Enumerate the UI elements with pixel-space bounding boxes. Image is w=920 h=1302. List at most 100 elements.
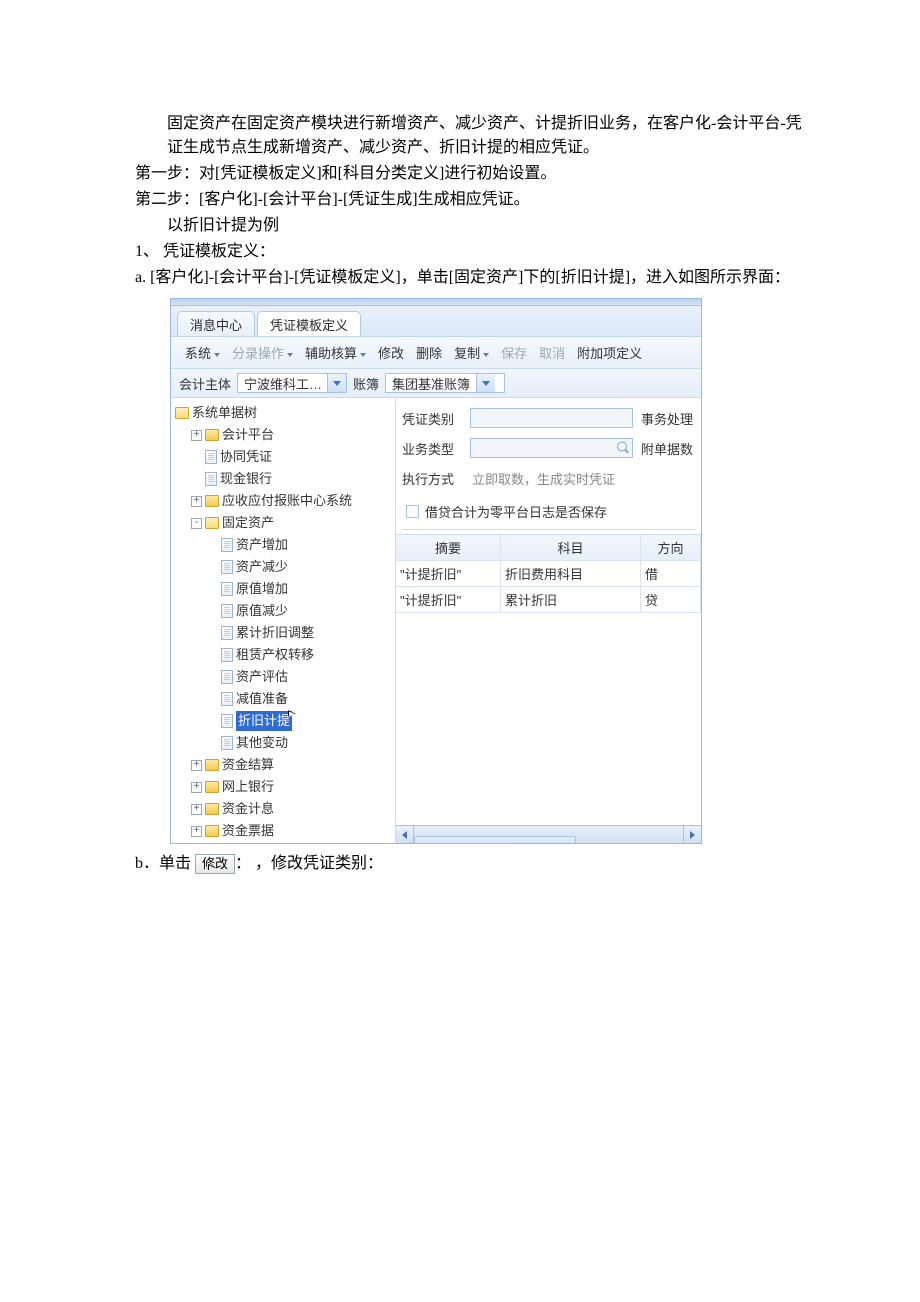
document-icon xyxy=(221,626,233,640)
folder-icon xyxy=(205,825,219,837)
search-icon[interactable] xyxy=(617,442,630,455)
label-accounting-subject: 会计主体 xyxy=(179,374,231,393)
dropdown-ledger[interactable]: 集团基准账簿 xyxy=(385,373,505,393)
doc-example: 以折旧计提为例 xyxy=(135,214,810,238)
expand-icon[interactable]: + xyxy=(191,760,202,771)
tree-node-arap-center[interactable]: + 应收应付报账中心系统 xyxy=(189,490,395,512)
tree-panel: 系统单据树 + 会计平台 协同凭证 xyxy=(171,398,396,843)
tree-leaf-asset-eval[interactable]: 资产评估 xyxy=(205,666,395,688)
document-icon xyxy=(221,736,233,750)
tree-root[interactable]: 系统单据树 xyxy=(173,402,395,424)
tree-leaf-original-add[interactable]: 原值增加 xyxy=(205,578,395,600)
tree-leaf-lease-transfer[interactable]: 租赁产权转移 xyxy=(205,644,395,666)
expand-icon[interactable]: + xyxy=(191,430,202,441)
chevron-down-icon[interactable] xyxy=(327,374,346,392)
checkbox-zero-balance-log[interactable] xyxy=(406,505,419,518)
tree-node-fund-bill[interactable]: +资金票据 xyxy=(189,820,395,842)
doc-step-a: a. [客户化]-[会计平台]-[凭证模板定义]，单击[固定资产]下的[折旧计提… xyxy=(135,266,810,290)
tree-leaf-original-reduce[interactable]: 原值减少 xyxy=(205,600,395,622)
label-zero-balance-log: 借贷合计为零平台日志是否保存 xyxy=(425,502,607,521)
menubar: 系统 分录操作 辅助核算 修改 删除 复制 保存 取消 附加项定义 xyxy=(171,337,701,369)
expand-icon[interactable]: + xyxy=(191,804,202,815)
document-icon xyxy=(221,714,233,728)
tab-message-center[interactable]: 消息中心 xyxy=(177,311,255,336)
grid-header: 摘要 科目 方向 xyxy=(396,535,701,561)
tree-node-fund-settlement[interactable]: +资金结算 xyxy=(189,754,395,776)
grid-row[interactable]: "计提折旧" 折旧费用科目 借 xyxy=(396,561,701,587)
scroll-thumb[interactable] xyxy=(414,836,576,844)
tree-node-cash-bank[interactable]: 现金银行 xyxy=(189,468,395,490)
expand-icon[interactable]: + xyxy=(191,496,202,507)
input-biz-type[interactable] xyxy=(470,438,633,458)
menu-edit[interactable]: 修改 xyxy=(372,341,410,364)
tree-leaf-asset-add[interactable]: 资产增加 xyxy=(205,534,395,556)
entries-grid: 摘要 科目 方向 "计提折旧" 折旧费用科目 借 "计提折旧" 累计折旧 贷 xyxy=(396,534,701,613)
chevron-down-icon[interactable] xyxy=(476,374,495,392)
col-direction: 方向 xyxy=(641,535,701,560)
dropdown-ledger-value: 集团基准账簿 xyxy=(386,374,476,393)
scroll-right-icon[interactable] xyxy=(683,826,701,843)
doc-step-b: b．单击 修改 ： ，修改凭证类别： xyxy=(135,852,810,876)
collapse-icon[interactable]: - xyxy=(191,518,202,529)
document-icon xyxy=(221,670,233,684)
col-summary: 摘要 xyxy=(396,535,501,560)
dropdown-subject-value: 宁波维科工… xyxy=(238,374,327,393)
menu-copy[interactable]: 复制 xyxy=(448,341,495,364)
expand-icon[interactable]: + xyxy=(191,826,202,837)
folder-open-icon xyxy=(205,517,219,529)
folder-icon xyxy=(205,495,219,507)
horizontal-scrollbar[interactable] xyxy=(396,825,701,843)
tree-node-fund-interest[interactable]: +资金计息 xyxy=(189,798,395,820)
tree-node-credit-mgmt[interactable]: +信贷管理 xyxy=(189,842,395,843)
tree-node-accounting-platform[interactable]: + 会计平台 xyxy=(189,424,395,446)
folder-icon xyxy=(205,759,219,771)
cursor-icon xyxy=(205,866,219,884)
label-attachment-count: 附单据数 xyxy=(641,439,695,458)
menu-system[interactable]: 系统 xyxy=(179,341,226,364)
tree-leaf-dep-adjust[interactable]: 累计折旧调整 xyxy=(205,622,395,644)
dropdown-accounting-subject[interactable]: 宁波维科工… xyxy=(237,373,347,393)
tree-leaf-depreciation-calc[interactable]: 折旧计提 xyxy=(205,710,395,732)
menu-entry-ops: 分录操作 xyxy=(226,341,299,364)
label-ledger: 账簿 xyxy=(353,374,379,393)
cell-summary: "计提折旧" xyxy=(396,561,501,586)
tree-node-coop-voucher[interactable]: 协同凭证 xyxy=(189,446,395,468)
titlebar xyxy=(171,299,701,306)
scroll-left-icon[interactable] xyxy=(396,826,414,843)
menu-aux-accounting[interactable]: 辅助核算 xyxy=(299,341,372,364)
menu-delete[interactable]: 删除 xyxy=(410,341,448,364)
tree-node-fixed-assets[interactable]: - 固定资产 xyxy=(189,512,395,534)
tree-leaf-other-change[interactable]: 其他变动 xyxy=(205,732,395,754)
menu-cancel: 取消 xyxy=(533,341,571,364)
tabs-row: 消息中心 凭证模板定义 xyxy=(171,306,701,337)
app-window: 消息中心 凭证模板定义 系统 分录操作 辅助核算 修改 删除 复制 保存 取消 … xyxy=(170,298,702,844)
menu-save: 保存 xyxy=(495,341,533,364)
cell-subject: 折旧费用科目 xyxy=(501,561,641,586)
cell-subject: 累计折旧 xyxy=(501,587,641,612)
document-icon xyxy=(205,450,217,464)
doc-step2: 第二步：[客户化]-[会计平台]-[凭证生成]生成相应凭证。 xyxy=(135,188,810,212)
cell-direction: 贷 xyxy=(641,587,701,612)
folder-icon xyxy=(205,781,219,793)
document-icon xyxy=(221,604,233,618)
col-subject: 科目 xyxy=(501,535,641,560)
tree-leaf-asset-reduce[interactable]: 资产减少 xyxy=(205,556,395,578)
tree-node-netbank[interactable]: +网上银行 xyxy=(189,776,395,798)
menu-extra-items[interactable]: 附加项定义 xyxy=(571,341,648,364)
tree-leaf-impairment[interactable]: 减值准备 xyxy=(205,688,395,710)
tab-voucher-template[interactable]: 凭证模板定义 xyxy=(257,311,361,336)
label-exec-mode: 执行方式 xyxy=(402,469,462,488)
form-panel: 凭证类别 事务处理 业务类型 附单据数 执行方式 立即取数，生成实时凭证 xyxy=(396,398,701,843)
cell-direction: 借 xyxy=(641,561,701,586)
document-icon xyxy=(221,692,233,706)
document-icon xyxy=(221,648,233,662)
doc-step1: 第一步：对[凭证模板定义]和[科目分类定义]进行初始设置。 xyxy=(135,162,810,186)
cell-summary: "计提折旧" xyxy=(396,587,501,612)
document-icon xyxy=(221,538,233,552)
value-exec-mode: 立即取数，生成实时凭证 xyxy=(470,468,695,488)
label-voucher-type: 凭证类别 xyxy=(402,409,462,428)
label-transaction: 事务处理 xyxy=(641,409,695,428)
grid-row[interactable]: "计提折旧" 累计折旧 贷 xyxy=(396,587,701,613)
expand-icon[interactable]: + xyxy=(191,782,202,793)
input-voucher-type[interactable] xyxy=(470,408,633,428)
